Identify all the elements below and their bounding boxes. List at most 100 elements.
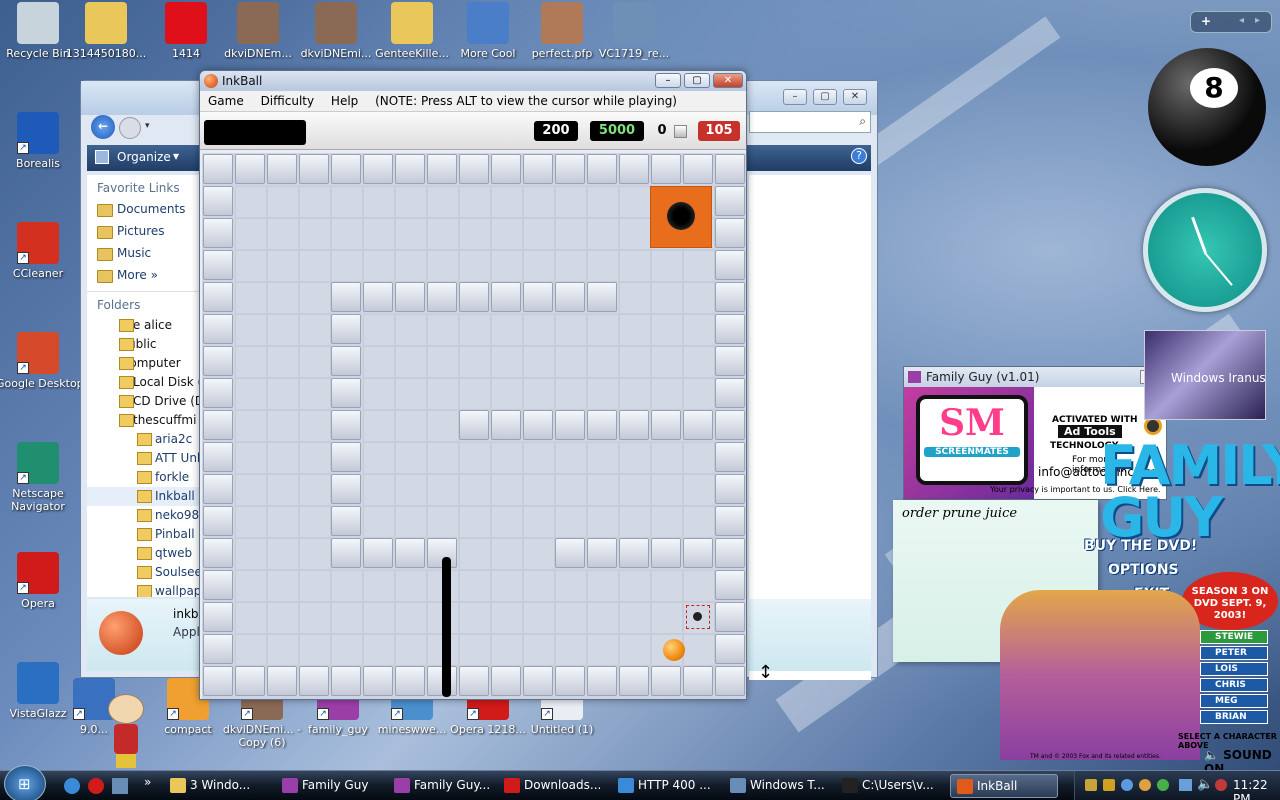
- start-button[interactable]: ⊞: [4, 765, 46, 800]
- clock-gadget[interactable]: [1143, 188, 1267, 312]
- next-icon[interactable]: ▸: [1255, 15, 1260, 26]
- opera-quicklaunch-icon[interactable]: [88, 778, 104, 794]
- folder-tree-item[interactable]: SoulseekC: [87, 563, 201, 582]
- folder-tree-item[interactable]: Local Disk (: [87, 373, 201, 392]
- maximize-button[interactable]: ▢: [813, 89, 837, 105]
- add-gadget-button[interactable]: +: [1201, 14, 1211, 28]
- menu-bar: Game Difficulty Help (NOTE: Press ALT to…: [200, 91, 746, 112]
- maximize-button[interactable]: ▢: [684, 73, 710, 88]
- wall-tile: [555, 410, 585, 440]
- taskbar-button[interactable]: Family Guy...: [388, 774, 496, 798]
- floor-cell: [267, 570, 299, 602]
- tray-icon[interactable]: [1215, 779, 1227, 791]
- game-board[interactable]: [202, 153, 746, 699]
- clock[interactable]: 11:22 PM: [1233, 778, 1280, 800]
- ie-quicklaunch-icon[interactable]: [64, 778, 80, 794]
- folder-tree-item[interactable]: ATT Unlin: [87, 449, 201, 468]
- back-button[interactable]: ←: [91, 115, 115, 139]
- folder-tree-item[interactable]: Inkball: [87, 487, 201, 506]
- character-button[interactable]: CHRIS: [1200, 678, 1268, 692]
- floor-cell: [363, 250, 395, 282]
- forward-button[interactable]: [119, 117, 141, 139]
- google-desktop-icon: ↗: [17, 332, 59, 374]
- character-button[interactable]: STEWIE: [1200, 630, 1268, 644]
- inkball-window: InkBall – ▢ ✕ Game Difficulty Help (NOTE…: [199, 70, 747, 700]
- favorite-link[interactable]: Pictures: [87, 221, 201, 243]
- tray-icon[interactable]: [1085, 779, 1097, 791]
- taskbar-button[interactable]: Family Guy: [276, 774, 384, 798]
- floor-cell: [363, 602, 395, 634]
- character-button[interactable]: PETER: [1200, 646, 1268, 660]
- desktop-icon[interactable]: ↗ Opera: [0, 552, 80, 610]
- tray-icon[interactable]: [1121, 779, 1133, 791]
- taskbar-button[interactable]: InkBall: [950, 774, 1058, 798]
- tray-icon[interactable]: [1139, 779, 1151, 791]
- family-guy-menu-item[interactable]: OPTIONS: [1108, 562, 1179, 578]
- wall-tile: [331, 346, 361, 376]
- previous-icon[interactable]: ◂: [1239, 15, 1244, 26]
- chevron-down-icon[interactable]: ▾: [145, 121, 153, 131]
- menu-help[interactable]: Help: [331, 94, 358, 108]
- desktop-icon[interactable]: dkviDNEm...: [216, 2, 300, 60]
- desktop-icon[interactable]: dkviDNEmi...: [294, 2, 378, 60]
- wall-tile: [715, 442, 745, 472]
- folder-tree-item[interactable]: CD Drive (D: [87, 392, 201, 411]
- 8-ball-gadget[interactable]: 8: [1148, 48, 1266, 166]
- show-desktop-icon[interactable]: [112, 778, 128, 794]
- organize-button[interactable]: Organize: [117, 150, 171, 164]
- folder-tree-item[interactable]: aria2c: [87, 430, 201, 449]
- close-button[interactable]: ✕: [713, 73, 743, 88]
- search-input[interactable]: ⌕: [749, 111, 871, 133]
- taskbar-button[interactable]: C:\Users\v...: [836, 774, 944, 798]
- shield-icon[interactable]: [1103, 779, 1115, 791]
- network-icon[interactable]: [1179, 779, 1192, 791]
- floor-cell: [683, 250, 715, 282]
- minimize-button[interactable]: –: [655, 73, 681, 88]
- desktop-icon[interactable]: ↗ Google Desktop: [0, 332, 80, 390]
- desktop-icon[interactable]: ↗ CCleaner: [0, 222, 80, 280]
- help-icon[interactable]: ?: [851, 148, 867, 164]
- folder-tree-item[interactable]: Public: [87, 335, 201, 354]
- taskbar-button[interactable]: HTTP 400 ...: [612, 774, 720, 798]
- desktop-icon[interactable]: ↗ Borealis: [0, 112, 80, 170]
- folder-tree-item[interactable]: fpe alice: [87, 316, 201, 335]
- quicklaunch-overflow-icon[interactable]: »: [144, 775, 151, 789]
- desktop-icon[interactable]: VC1719_re...: [592, 2, 676, 60]
- wall-tile: [715, 410, 745, 440]
- taskbar-button[interactable]: 3 Windo...: [164, 774, 268, 798]
- tray-icon[interactable]: [1157, 779, 1169, 791]
- character-button[interactable]: MEG: [1200, 694, 1268, 708]
- wall-tile: [715, 634, 745, 664]
- folder-tree-item[interactable]: wallpaper: [87, 582, 201, 597]
- minimize-button[interactable]: –: [783, 89, 807, 105]
- menu-game[interactable]: Game: [208, 94, 244, 108]
- close-button[interactable]: ✕: [843, 89, 867, 105]
- favorite-link[interactable]: Music: [87, 243, 201, 265]
- taskbar-button[interactable]: Windows T...: [724, 774, 832, 798]
- stewie-screenmate[interactable]: [104, 690, 148, 770]
- folder-tree-item[interactable]: Pinball: [87, 525, 201, 544]
- folder-tree-item[interactable]: qtweb: [87, 544, 201, 563]
- desktop-icon[interactable]: ↗ Netscape Navigator: [0, 442, 80, 513]
- floor-cell: [491, 602, 523, 634]
- folder-tree-item[interactable]: thescuffmi: [87, 411, 201, 430]
- taskbar-button[interactable]: Downloads...: [498, 774, 606, 798]
- character-button[interactable]: BRIAN: [1200, 710, 1268, 724]
- folder-tree-item[interactable]: neko98: [87, 506, 201, 525]
- volume-icon[interactable]: 🔈: [1197, 777, 1213, 792]
- desktop-icon[interactable]: GenteeKille...: [370, 2, 454, 60]
- folder-tree-item[interactable]: Computer: [87, 354, 201, 373]
- desktop-icon-label: Opera 1218...: [450, 723, 526, 736]
- floor-cell: [363, 410, 395, 442]
- family-guy-menu-item[interactable]: BUY THE DVD!: [1084, 538, 1197, 554]
- desktop-icon[interactable]: 1314450180...: [64, 2, 148, 60]
- menu-difficulty[interactable]: Difficulty: [261, 94, 315, 108]
- slideshow-gadget[interactable]: Windows Iranus: [1144, 330, 1266, 420]
- favorite-link[interactable]: Documents: [87, 199, 201, 221]
- floor-cell: [523, 218, 555, 250]
- character-button[interactable]: LOIS: [1200, 662, 1268, 676]
- desktop-icon[interactable]: More Cool: [446, 2, 530, 60]
- floor-cell: [363, 218, 395, 250]
- folder-tree-item[interactable]: forkle: [87, 468, 201, 487]
- favorite-link[interactable]: More »: [87, 265, 201, 287]
